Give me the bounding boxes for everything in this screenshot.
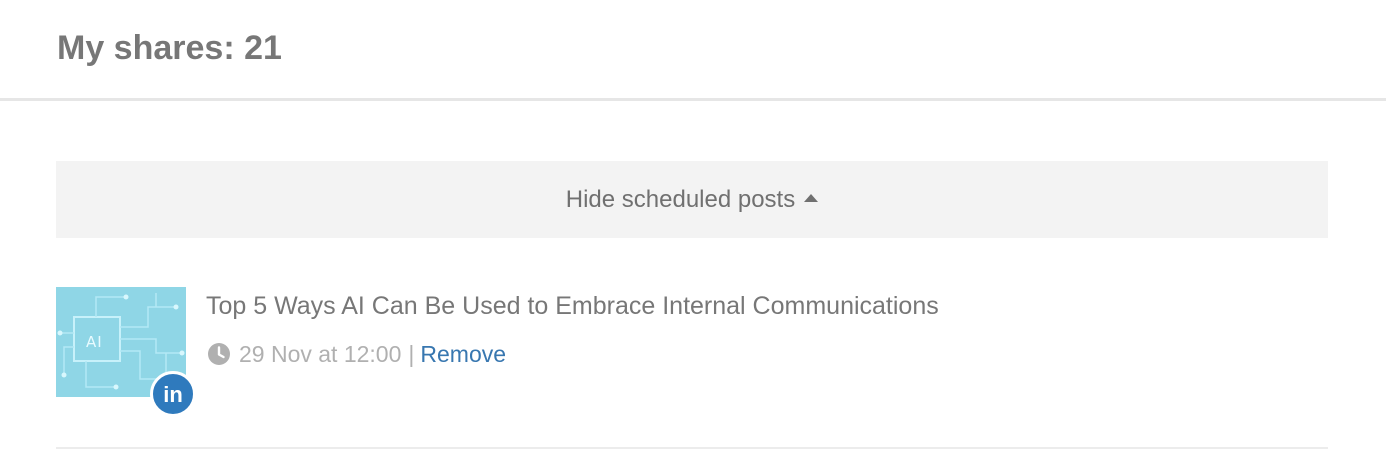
page-header: My shares: 21 xyxy=(0,0,1386,101)
scheduled-post-item: AI in Top 5 Ways AI Can Be Used to Embra… xyxy=(56,287,1328,449)
thumbnail-caption: AI xyxy=(86,333,103,351)
post-title[interactable]: Top 5 Ways AI Can Be Used to Embrace Int… xyxy=(206,289,939,323)
linkedin-icon: in xyxy=(150,371,196,417)
hide-scheduled-posts-toggle[interactable]: Hide scheduled posts xyxy=(56,161,1328,238)
scheduled-time: 29 Nov at 12:00 xyxy=(239,341,402,367)
toggle-label: Hide scheduled posts xyxy=(565,185,796,213)
clock-icon xyxy=(208,343,230,365)
linkedin-badge-text: in xyxy=(163,381,183,407)
post-meta: 29 Nov at 12:00 | Remove xyxy=(207,339,506,369)
remove-button[interactable]: Remove xyxy=(420,339,506,369)
meta-separator: | xyxy=(408,341,415,367)
page-title: My shares: 21 xyxy=(57,29,282,67)
caret-up-icon xyxy=(804,193,819,202)
